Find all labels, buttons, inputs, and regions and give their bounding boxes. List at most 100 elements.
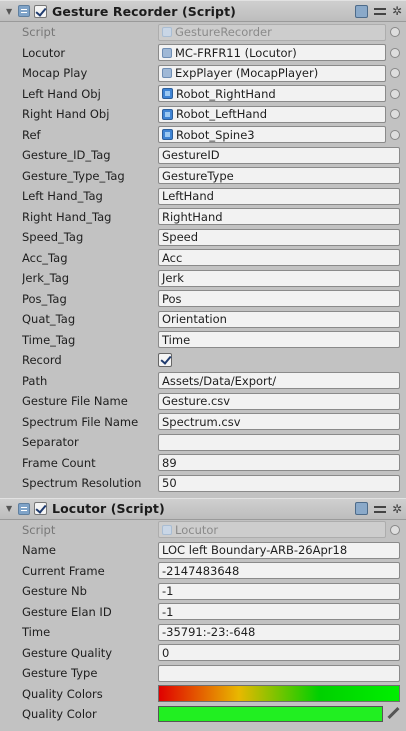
right-hand-obj-field[interactable]: Robot_LeftHand bbox=[158, 105, 386, 123]
object-picker-icon[interactable] bbox=[390, 68, 400, 79]
name-label: Name bbox=[22, 543, 56, 558]
preset-sliders-icon[interactable] bbox=[373, 5, 386, 17]
time-row: Time -35791:-23:-648 bbox=[0, 622, 406, 643]
object-picker-icon[interactable] bbox=[390, 88, 400, 99]
gear-icon[interactable]: ✲ bbox=[392, 5, 402, 17]
script-file-icon bbox=[162, 524, 172, 535]
gesture-elan-id-input[interactable]: -1 bbox=[158, 603, 400, 621]
current-frame-row: Current Frame -2147483648 bbox=[0, 561, 406, 582]
quality-color-row: Quality Color bbox=[0, 704, 406, 725]
jerk-tag-input[interactable]: Jerk bbox=[158, 269, 400, 287]
record-checkbox[interactable] bbox=[158, 353, 172, 368]
pos-tag-label: Pos_Tag bbox=[22, 291, 67, 306]
gear-icon[interactable]: ✲ bbox=[392, 503, 402, 515]
gesture-nb-input[interactable]: -1 bbox=[158, 582, 400, 600]
time-tag-input[interactable]: Time bbox=[158, 331, 400, 349]
component-enabled-checkbox[interactable] bbox=[34, 4, 47, 18]
mocap-play-field[interactable]: ExpPlayer (MocapPlayer) bbox=[158, 64, 386, 82]
name-input[interactable]: LOC left Boundary-ARB-26Apr18 bbox=[158, 541, 400, 559]
object-picker-icon[interactable] bbox=[390, 129, 400, 140]
spectrum-file-name-input[interactable]: Spectrum.csv bbox=[158, 413, 400, 431]
mocap-play-row: Mocap Play ExpPlayer (MocapPlayer) bbox=[0, 63, 406, 84]
locutor-label: Locutor bbox=[22, 45, 66, 60]
acc-tag-row: Acc_Tag Acc bbox=[0, 248, 406, 269]
ref-field[interactable]: Robot_Spine3 bbox=[158, 126, 386, 144]
gameobject-icon bbox=[162, 129, 173, 141]
quality-colors-gradient[interactable] bbox=[158, 685, 400, 703]
quality-color-swatch[interactable] bbox=[158, 706, 383, 723]
gesture-recorder-header[interactable]: ▼ Gesture Recorder (Script) ✲ bbox=[0, 0, 406, 22]
jerk-tag-label: Jerk_Tag bbox=[22, 271, 70, 286]
object-picker-icon[interactable] bbox=[390, 109, 400, 120]
left-hand-tag-row: Left Hand_Tag LeftHand bbox=[0, 186, 406, 207]
ref-row: Ref Robot_Spine3 bbox=[0, 125, 406, 146]
locutor-header[interactable]: ▼ Locutor (Script) ✲ bbox=[0, 497, 406, 520]
object-picker-icon[interactable] bbox=[390, 47, 400, 58]
quat-tag-input[interactable]: Orientation bbox=[158, 310, 400, 328]
pos-tag-input[interactable]: Pos bbox=[158, 290, 400, 308]
separator-label: Separator bbox=[22, 435, 79, 450]
separator-input[interactable] bbox=[158, 433, 400, 451]
spectrum-resolution-input[interactable]: 50 bbox=[158, 474, 400, 492]
left-hand-tag-input[interactable]: LeftHand bbox=[158, 187, 400, 205]
current-frame-label: Current Frame bbox=[22, 563, 105, 578]
gesture-nb-label: Gesture Nb bbox=[22, 584, 87, 599]
path-input[interactable]: Assets/Data/Export/ bbox=[158, 372, 400, 390]
script-icon bbox=[18, 5, 30, 17]
gesture-quality-label: Gesture Quality bbox=[22, 645, 113, 660]
quality-color-label: Quality Color bbox=[22, 707, 97, 722]
object-picker-icon bbox=[390, 524, 400, 535]
foldout-arrow-icon[interactable]: ▼ bbox=[6, 7, 16, 16]
quality-colors-label: Quality Colors bbox=[22, 686, 103, 701]
gesture-id-tag-input[interactable]: GestureID bbox=[158, 146, 400, 164]
acc-tag-label: Acc_Tag bbox=[22, 250, 68, 265]
ref-label: Ref bbox=[22, 127, 41, 142]
spectrum-resolution-row: Spectrum Resolution 50 bbox=[0, 473, 406, 494]
script-icon bbox=[18, 502, 30, 515]
speed-tag-input[interactable]: Speed bbox=[158, 228, 400, 246]
gesture-type-tag-input[interactable]: GestureType bbox=[158, 167, 400, 185]
right-hand-obj-row: Right Hand Obj Robot_LeftHand bbox=[0, 104, 406, 125]
separator-row: Separator bbox=[0, 432, 406, 453]
mocap-play-label: Mocap Play bbox=[22, 66, 88, 81]
spectrum-file-name-row: Spectrum File Name Spectrum.csv bbox=[0, 412, 406, 433]
help-book-icon[interactable] bbox=[354, 502, 368, 515]
time-tag-label: Time_Tag bbox=[22, 332, 76, 347]
quat-tag-label: Quat_Tag bbox=[22, 312, 76, 327]
help-book-icon[interactable] bbox=[354, 4, 368, 18]
right-hand-tag-row: Right Hand_Tag RightHand bbox=[0, 207, 406, 228]
frame-count-input[interactable]: 89 bbox=[158, 454, 400, 472]
component-title: Locutor (Script) bbox=[52, 501, 165, 516]
spectrum-resolution-label: Spectrum Resolution bbox=[22, 476, 142, 491]
gesture-type-input[interactable] bbox=[158, 664, 400, 682]
preset-sliders-icon[interactable] bbox=[373, 503, 386, 515]
script-label: Script bbox=[22, 522, 56, 537]
quality-colors-row: Quality Colors bbox=[0, 684, 406, 705]
right-hand-tag-input[interactable]: RightHand bbox=[158, 208, 400, 226]
script-row: Script Locutor bbox=[0, 520, 406, 541]
eyedropper-icon[interactable] bbox=[386, 707, 400, 721]
time-label: Time bbox=[22, 625, 51, 640]
current-frame-input[interactable]: -2147483648 bbox=[158, 562, 400, 580]
script-field: GestureRecorder bbox=[158, 23, 386, 41]
time-input[interactable]: -35791:-23:-648 bbox=[158, 623, 400, 641]
gesture-type-tag-label: Gesture_Type_Tag bbox=[22, 168, 125, 183]
gesture-nb-row: Gesture Nb -1 bbox=[0, 581, 406, 602]
acc-tag-input[interactable]: Acc bbox=[158, 249, 400, 267]
locutor-field[interactable]: MC-FRFR11 (Locutor) bbox=[158, 44, 386, 62]
record-row: Record bbox=[0, 350, 406, 371]
path-label: Path bbox=[22, 373, 48, 388]
speed-tag-label: Speed_Tag bbox=[22, 230, 84, 245]
right-hand-obj-label: Right Hand Obj bbox=[22, 107, 110, 122]
left-hand-obj-field[interactable]: Robot_RightHand bbox=[158, 85, 386, 103]
foldout-arrow-icon[interactable]: ▼ bbox=[6, 504, 16, 513]
script-file-icon bbox=[162, 27, 172, 38]
gesture-quality-input[interactable]: 0 bbox=[158, 644, 400, 662]
left-hand-obj-label: Left Hand Obj bbox=[22, 86, 101, 101]
component-enabled-checkbox[interactable] bbox=[34, 502, 47, 515]
gesture-type-tag-row: Gesture_Type_Tag GestureType bbox=[0, 166, 406, 187]
jerk-tag-row: Jerk_Tag Jerk bbox=[0, 268, 406, 289]
script-label: Script bbox=[22, 25, 56, 40]
gesture-file-name-input[interactable]: Gesture.csv bbox=[158, 392, 400, 410]
locutor-component: ▼ Locutor (Script) ✲ Script Locutor Name… bbox=[0, 497, 406, 725]
